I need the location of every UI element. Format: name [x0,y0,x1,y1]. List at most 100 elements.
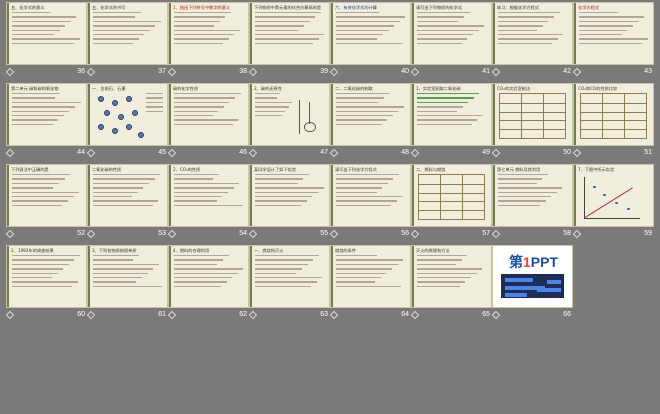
slide-number: 37 [158,68,166,75]
text-line [417,268,483,270]
text-line [12,174,71,176]
slide-thumbnail-47[interactable]: 2、碳的还原性 47 [248,81,330,162]
text-line [336,285,402,288]
slide-accent-bar [574,3,576,64]
text-line [174,12,231,14]
text-line [12,263,69,266]
slide-thumbnail-50[interactable]: CO₂的实验室制法 50 [491,81,573,162]
slide-preview: 4、燃料的合理利用 [168,245,249,308]
slide-thumbnail-60[interactable]: 2、1992年的调查结果 60 [5,243,87,324]
slide-thumbnail-59[interactable]: 7、下图中所示实验 59 [572,162,654,243]
text-line [93,16,135,18]
slide-accent-bar [169,3,171,64]
text-line [336,255,378,257]
text-line [174,106,224,108]
slide-body-text [93,255,163,290]
slide-thumbnail-61[interactable]: 3、下列各物质按照单质 61 [86,243,168,324]
slide-preview: 某同学设计了如下实验 [249,164,330,227]
slide-thumbnail-58[interactable]: 第七单元 燃料及其利用 58 [491,162,573,243]
text-line [255,178,304,180]
text-line [336,259,404,261]
slide-thumbnail-46[interactable]: 碳的化学性质 46 [167,81,249,162]
slide-title: 灭火的原理和方法 [416,248,450,253]
slide-transition-icon [572,67,582,77]
text-line [417,42,462,45]
slide-body-text [336,93,406,128]
slide-thumbnail-53[interactable]: 二氧化碳的性质 53 [86,162,168,243]
slide-thumbnail-40[interactable]: 六、有关化学式的计算 40 [329,0,411,81]
slide-accent-bar [250,246,252,307]
text-line [417,285,460,288]
slide-thumbnail-44[interactable]: 第二单元 碳和碳的氧化物 44 [5,81,87,162]
slide-thumbnail-65[interactable]: 灭火的原理和方法 65 [410,243,492,324]
text-line [174,187,234,189]
slide-thumbnail-45[interactable]: 一、金刚石、石墨 45 [86,81,168,162]
text-line [255,20,310,23]
slide-accent-bar [250,84,252,145]
text-line [93,42,133,45]
text-line [12,93,61,95]
text-line [579,29,628,31]
slide-number: 40 [401,68,409,75]
slide-thumbnail-56[interactable]: 请写出下列化学方程式 56 [329,162,411,243]
slide-transition-icon [248,148,258,158]
text-line [336,178,394,180]
slide-thumbnail-49[interactable]: 1、实验室制取二氧化碳 49 [410,81,492,162]
slide-accent-bar [7,84,9,145]
slide-transition-icon [86,310,96,320]
slide-body-text [12,174,82,209]
text-line [174,285,221,288]
slide-thumbnail-36[interactable]: 五、化学式的意义 36 [5,0,87,81]
slide-thumbnail-51[interactable]: CO₂和CO的性质比较 51 [572,81,654,162]
text-line [255,114,283,117]
text-line [255,29,299,31]
slide-body-text [255,93,295,119]
text-line [498,42,552,45]
slide-preview: 7、下图中所示实验 [573,164,654,227]
slide-thumbnail-48[interactable]: 二、二氧化碳的制取 48 [329,81,411,162]
slide-preview: 练习：根据化学方程式 [492,2,573,65]
text-line [174,16,226,18]
slide-transition-icon [329,148,339,158]
text-line [93,285,163,288]
slide-number: 57 [482,230,490,237]
text-line [93,255,139,257]
slide-thumbnail-54[interactable]: 2、CO₂的性质 54 [167,162,249,243]
slide-thumbnail-37[interactable]: 五、化学式的书写 37 [86,0,168,81]
slide-thumbnail-62[interactable]: 4、燃料的合理利用 62 [167,243,249,324]
slide-thumbnail-66[interactable]: 第1PPT 66 [491,243,573,324]
slide-thumbnail-38[interactable]: 1、指出下列符号中数字的意义 38 [167,0,249,81]
slide-number: 59 [644,230,652,237]
slide-thumbnail-55[interactable]: 某同学设计了如下实验 55 [248,162,330,243]
slide-transition-icon [5,229,15,239]
slide-number: 65 [482,311,490,318]
slide-transition-icon [248,229,258,239]
slide-transition-icon [86,229,96,239]
slide-number: 45 [158,149,166,156]
slide-thumbnail-57[interactable]: 二、燃料与燃烧 57 [410,162,492,243]
slide-body-text [146,93,163,115]
slide-thumbnail-63[interactable]: 一、燃烧和灭火 63 [248,243,330,324]
text-line [336,33,383,36]
slide-accent-bar [169,165,171,226]
slide-accent-bar [169,84,171,145]
slide-preview: 二、二氧化碳的制取 [330,83,411,146]
slide-thumbnail-43[interactable]: 化学方程式 43 [572,0,654,81]
slide-preview: 一、燃烧和灭火 [249,245,330,308]
slide-accent-bar [412,165,414,226]
slide-thumbnail-42[interactable]: 练习：根据化学方程式 42 [491,0,573,81]
slide-preview: 燃烧的条件 [330,245,411,308]
slide-title: 请写出下列物质的化学式 [416,5,463,10]
slide-preview: 五、化学式的书写 [87,2,168,65]
text-line [579,38,648,40]
slide-body-text [12,12,82,47]
text-line [417,93,480,95]
slide-thumbnail-39[interactable]: 下列物质中氮元素的化合价最高的是 39 [248,0,330,81]
slide-number: 51 [644,149,652,156]
slide-thumbnail-64[interactable]: 燃烧的条件 64 [329,243,411,324]
slide-number: 48 [401,149,409,156]
slide-accent-bar [250,165,252,226]
slide-thumbnail-41[interactable]: 请写出下列物质的化学式 41 [410,0,492,81]
slide-thumbnail-52[interactable]: 下列说法中正确的是 52 [5,162,87,243]
slide-title: 2、1992年的调查结果 [11,248,54,253]
